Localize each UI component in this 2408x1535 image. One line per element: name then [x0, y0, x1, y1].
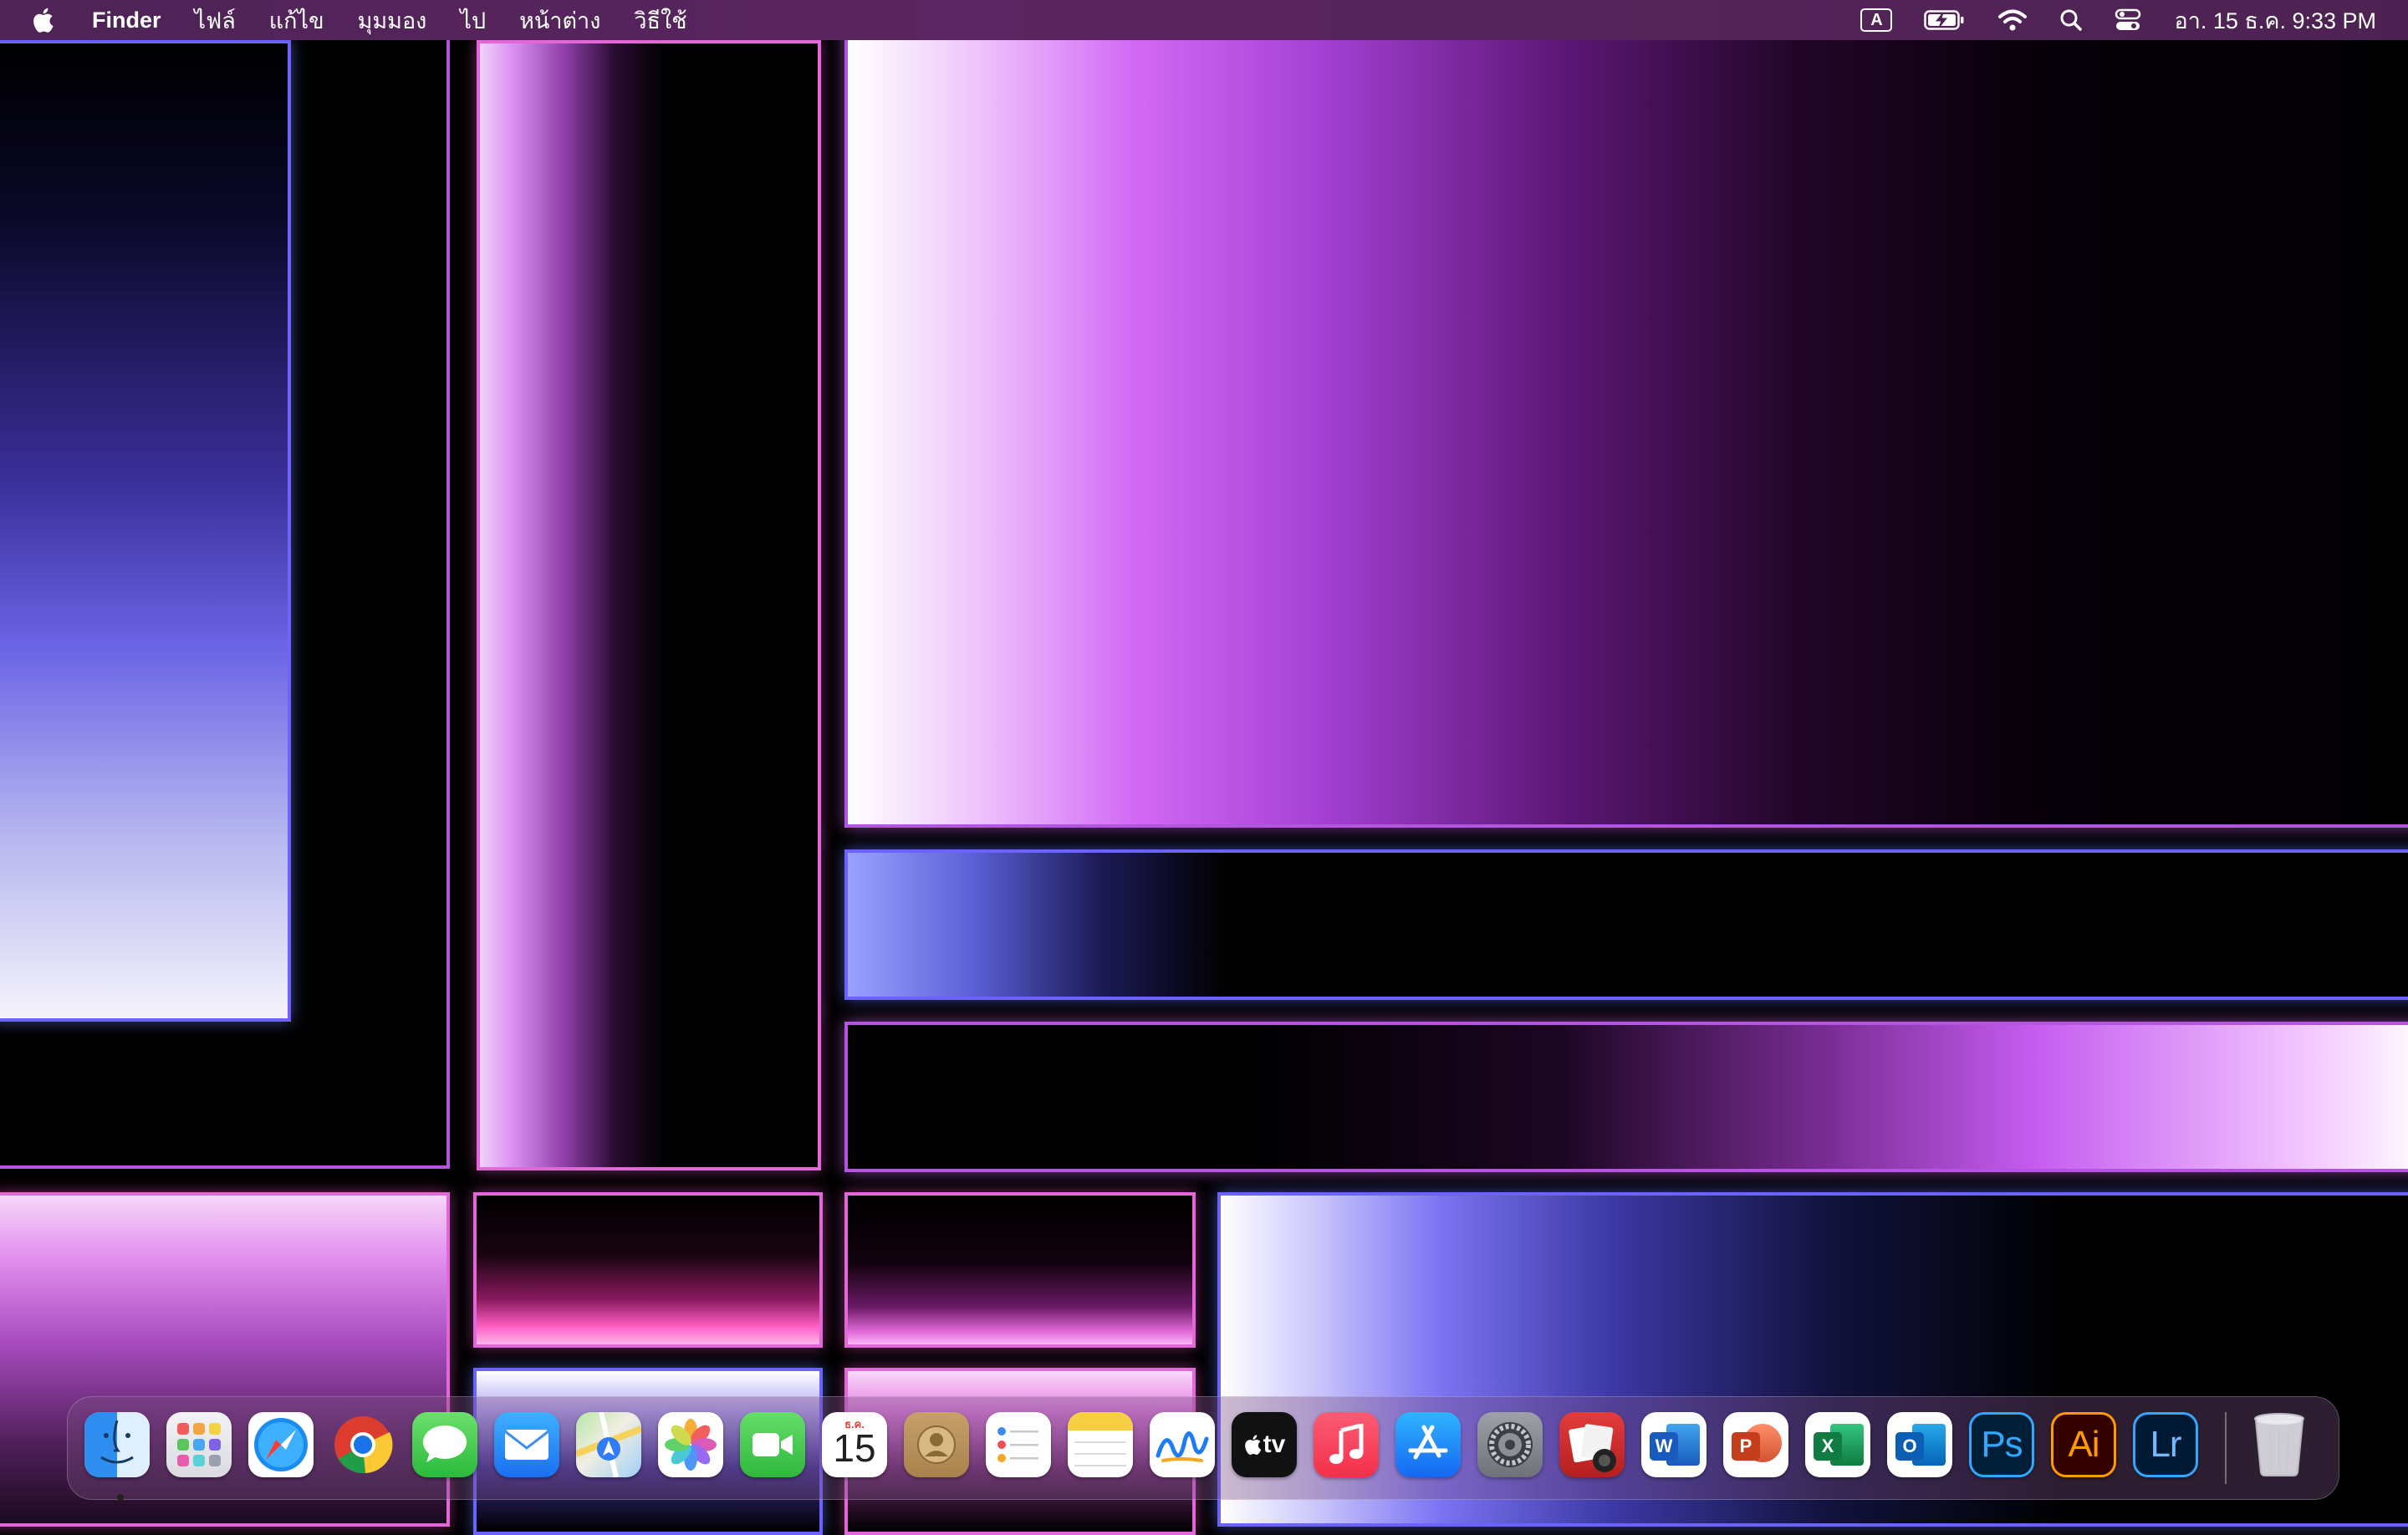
word-icon: W: [1641, 1412, 1707, 1477]
dock: ธ.ค. 15 tv W P X O Ps Ai Lr: [67, 1396, 2339, 1501]
contacts-icon: [904, 1412, 969, 1477]
dock-item-notes[interactable]: [1063, 1407, 1145, 1489]
apple-tv-icon: tv: [1232, 1412, 1297, 1477]
menu-bar: Finder ไฟล์ แก้ไข มุมมอง ไป หน้าต่าง วิธ…: [0, 0, 2408, 40]
desktop-wallpaper: [0, 0, 2408, 1535]
wallpaper-panel: [844, 1022, 2408, 1172]
dock-item-freeform[interactable]: [1145, 1407, 1227, 1489]
lightroom-label: Lr: [2150, 1424, 2181, 1465]
dock-item-illustrator[interactable]: Ai: [2046, 1407, 2128, 1489]
dock-item-app-store[interactable]: [1390, 1407, 1472, 1489]
dock-item-contacts[interactable]: [899, 1407, 981, 1489]
menu-go[interactable]: ไป: [443, 0, 503, 40]
dock-item-launchpad[interactable]: [161, 1407, 243, 1489]
dock-item-system-settings[interactable]: [1472, 1407, 1554, 1489]
spotlight-button[interactable]: [2043, 0, 2099, 40]
powerpoint-letter: P: [1732, 1432, 1760, 1461]
running-indicator: [117, 1494, 124, 1501]
dock-item-lightroom[interactable]: Lr: [2128, 1407, 2210, 1489]
word-letter: W: [1650, 1432, 1678, 1461]
dock-item-messages[interactable]: [407, 1407, 489, 1489]
dock-item-facetime[interactable]: [735, 1407, 817, 1489]
music-icon: [1314, 1412, 1379, 1477]
dock-item-trash[interactable]: [2242, 1407, 2324, 1489]
powerpoint-icon: P: [1723, 1412, 1788, 1477]
dock-item-apple-tv[interactable]: tv: [1227, 1407, 1309, 1489]
dock-item-music[interactable]: [1309, 1407, 1390, 1489]
menu-edit[interactable]: แก้ไข: [253, 0, 341, 40]
illustrator-label: Ai: [2068, 1424, 2099, 1465]
reminders-icon: [986, 1412, 1051, 1477]
wallpaper-panel: [844, 1192, 1196, 1348]
dock-item-chrome[interactable]: [325, 1407, 407, 1489]
lightroom-icon: Lr: [2133, 1412, 2198, 1477]
dock-item-word[interactable]: W: [1636, 1407, 1718, 1489]
photos-icon: [658, 1412, 723, 1477]
outlook-icon: O: [1887, 1412, 1952, 1477]
outlook-letter: O: [1895, 1432, 1924, 1461]
menu-file[interactable]: ไฟล์: [178, 0, 253, 40]
wallpaper-panel: [844, 25, 2408, 828]
dock-item-calendar[interactable]: ธ.ค. 15: [817, 1407, 899, 1489]
app-store-icon: [1395, 1412, 1461, 1477]
system-settings-icon: [1477, 1412, 1543, 1477]
dock-item-mail[interactable]: [489, 1407, 571, 1489]
wallpaper-panel: [0, 40, 450, 1169]
wallpaper-panel: [844, 849, 2408, 1000]
apple-menu[interactable]: [0, 0, 75, 40]
wallpaper-panel: [477, 40, 821, 1170]
excel-icon: X: [1805, 1412, 1870, 1477]
menu-clock[interactable]: อา. 15 ธ.ค. 9:33 PM: [2157, 3, 2376, 38]
messages-icon: [412, 1412, 477, 1477]
dock-item-excel[interactable]: X: [1800, 1407, 1882, 1489]
wifi-menu[interactable]: [1982, 0, 2043, 40]
launchpad-icon: [166, 1412, 232, 1477]
safari-icon: [248, 1412, 314, 1477]
finder-icon: [84, 1412, 150, 1477]
battery-menu[interactable]: [1908, 0, 1982, 40]
maps-icon: [576, 1412, 641, 1477]
photo-booth-icon: [1559, 1412, 1625, 1477]
notes-icon: [1068, 1412, 1133, 1477]
calendar-icon: ธ.ค. 15: [822, 1412, 887, 1477]
mail-icon: [494, 1412, 559, 1477]
input-source-icon: A: [1860, 8, 1893, 32]
spotlight-search-icon: [2060, 9, 2083, 31]
control-center-button[interactable]: [2099, 0, 2157, 40]
dock-separator: [2225, 1412, 2227, 1484]
calendar-day-label: 15: [833, 1426, 876, 1470]
dock-item-photo-booth[interactable]: [1554, 1407, 1636, 1489]
wifi-icon: [1998, 9, 2028, 31]
photoshop-icon: Ps: [1969, 1412, 2034, 1477]
illustrator-icon: Ai: [2051, 1412, 2116, 1477]
dock-item-photoshop[interactable]: Ps: [1964, 1407, 2046, 1489]
apple-tv-label: tv: [1263, 1430, 1286, 1458]
photoshop-label: Ps: [1981, 1424, 2023, 1465]
app-menu-finder[interactable]: Finder: [75, 0, 178, 40]
apple-logo-icon: [33, 8, 54, 33]
dock-item-finder[interactable]: [79, 1407, 161, 1501]
menu-view[interactable]: มุมมอง: [341, 0, 444, 40]
menu-help[interactable]: วิธีใช้: [617, 0, 703, 40]
battery-charging-icon: [1924, 10, 1964, 30]
dock-item-maps[interactable]: [571, 1407, 653, 1489]
wallpaper-panel: [473, 1192, 823, 1348]
menu-window[interactable]: หน้าต่าง: [503, 0, 617, 40]
excel-letter: X: [1814, 1432, 1842, 1461]
facetime-icon: [740, 1412, 805, 1477]
dock-item-outlook[interactable]: O: [1882, 1407, 1964, 1489]
dock-item-photos[interactable]: [653, 1407, 735, 1489]
trash-icon: [2247, 1412, 2312, 1477]
control-center-icon: [2115, 8, 2141, 30]
dock-item-reminders[interactable]: [981, 1407, 1063, 1489]
freeform-icon: [1150, 1412, 1215, 1477]
chrome-icon: [330, 1412, 395, 1477]
dock-item-powerpoint[interactable]: P: [1718, 1407, 1800, 1489]
dock-item-safari[interactable]: [243, 1407, 325, 1489]
input-source-menu[interactable]: A: [1844, 0, 1908, 40]
